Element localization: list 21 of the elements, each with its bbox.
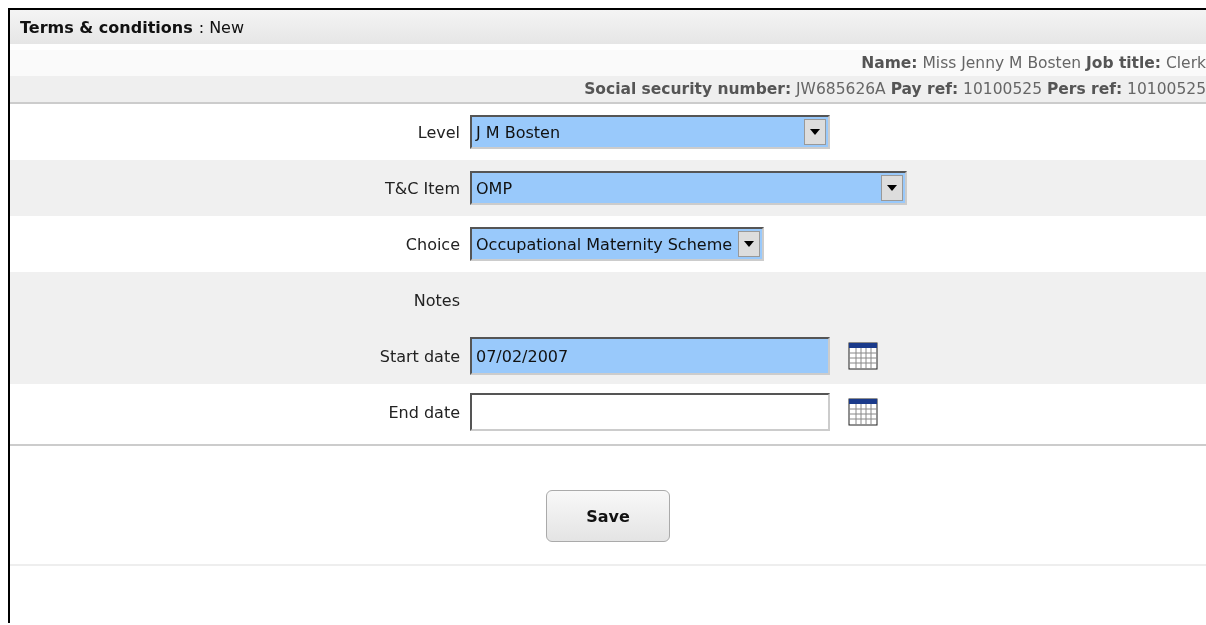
caret-icon [744, 241, 755, 247]
calendar-icon[interactable] [848, 342, 878, 370]
page-title: Terms & conditions [20, 17, 193, 37]
dropdown[interactable]: Occupational Maternity Scheme [470, 227, 765, 261]
field-label: T&C Item [385, 178, 460, 198]
field-label: Choice [405, 234, 460, 254]
page-status: : New [198, 17, 245, 37]
calendar-icon[interactable] [848, 398, 878, 426]
save-button[interactable]: Save [546, 490, 670, 542]
employee-info: Name: Miss Jenny M Bosten Job title: Clerk [10, 50, 1206, 76]
date-field[interactable] [470, 393, 830, 431]
caret-icon [887, 185, 897, 191]
field-label: Notes [413, 290, 460, 310]
caret-icon [810, 129, 820, 135]
field-label: Start date [379, 346, 460, 366]
employee-info: Social security number: JW685626A Pay ref: 10100525 Pers ref: 10100525 [10, 76, 1206, 102]
dropdown[interactable]: J M Bosten [470, 115, 830, 149]
field-label: Level [417, 122, 460, 142]
date-field[interactable]: 07/02/2007 [470, 337, 830, 375]
dropdown[interactable]: OMP [470, 171, 907, 205]
field-label: End date [388, 402, 460, 422]
